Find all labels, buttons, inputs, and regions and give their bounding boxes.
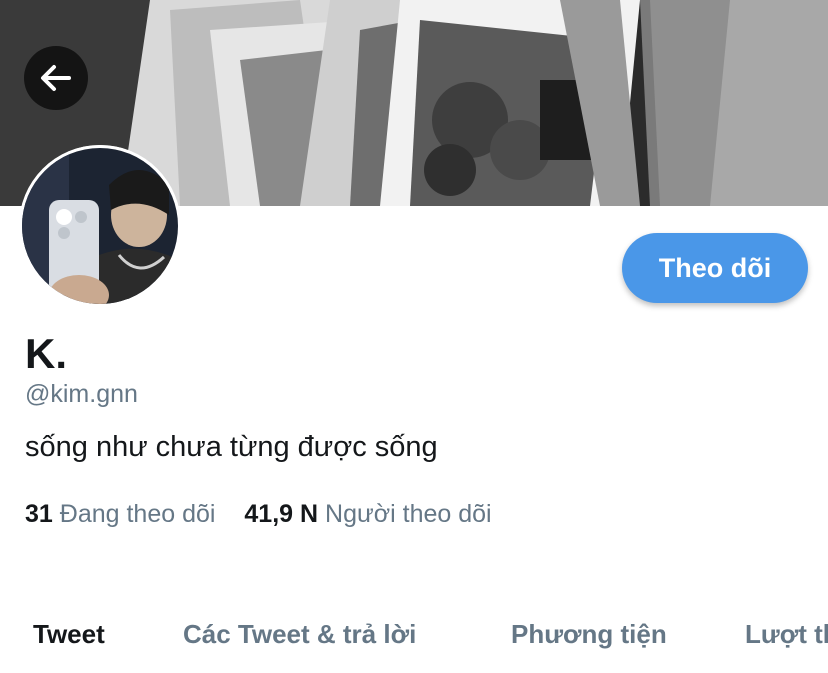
tab-media[interactable]: Phương tiện xyxy=(511,612,667,656)
tab-tweets[interactable]: Tweet xyxy=(33,612,105,656)
followers-stat[interactable]: 41,9 N Người theo dõi xyxy=(244,500,491,528)
back-button[interactable] xyxy=(24,46,88,110)
arrow-left-icon xyxy=(41,65,71,91)
profile-stats: 31 Đang theo dõi 41,9 N Người theo dõi xyxy=(25,497,492,531)
username-handle: @kim.gnn xyxy=(25,380,138,408)
followers-label: Người theo dõi xyxy=(325,500,492,528)
profile-page: Theo dõi K. @kim.gnn sống như chưa từng … xyxy=(0,0,828,673)
profile-bio: sống như chưa từng được sống xyxy=(25,431,438,463)
following-stat[interactable]: 31 Đang theo dõi xyxy=(25,500,222,528)
follow-button[interactable]: Theo dõi xyxy=(622,233,808,303)
display-name: K. xyxy=(25,330,67,377)
followers-count: 41,9 N xyxy=(244,500,319,528)
avatar[interactable] xyxy=(19,145,181,307)
tab-likes[interactable]: Lượt thích xyxy=(745,612,828,656)
tab-tweets-and-replies[interactable]: Các Tweet & trả lời xyxy=(183,612,416,656)
following-label: Đang theo dõi xyxy=(59,500,216,528)
profile-tabs: Tweet Các Tweet & trả lời Phương tiện Lư… xyxy=(0,612,828,656)
following-count: 31 xyxy=(25,500,53,528)
